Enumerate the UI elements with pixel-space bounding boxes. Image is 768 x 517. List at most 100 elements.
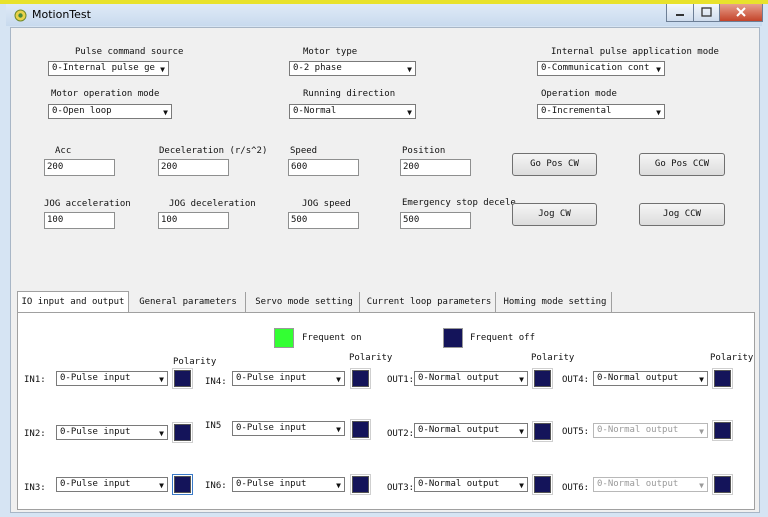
- frequent-on-swatch: [274, 328, 294, 348]
- internal-pulse-mode-label: Internal pulse application mode: [551, 47, 719, 57]
- title-bar[interactable]: MotionTest: [6, 4, 763, 26]
- jog-ccw-button[interactable]: Jog CCW: [639, 203, 725, 226]
- position-input[interactable]: 200: [400, 159, 471, 176]
- in4-value: 0-Pulse input: [236, 373, 307, 383]
- chevron-down-icon: ▼: [519, 375, 524, 384]
- acc-label: Acc: [55, 146, 72, 156]
- internal-pulse-mode-select[interactable]: 0-Communication cont ▼: [537, 61, 665, 76]
- chevron-down-icon: ▼: [336, 425, 341, 434]
- motor-type-select[interactable]: 0-2 phase ▼: [289, 61, 416, 76]
- close-button[interactable]: [719, 4, 763, 22]
- tab-current-loop[interactable]: Current loop parameters: [363, 292, 496, 312]
- pulse-command-source-select[interactable]: 0-Internal pulse ge ▼: [48, 61, 169, 76]
- out4-value: 0-Normal output: [597, 373, 679, 383]
- position-label: Position: [402, 146, 446, 156]
- in5-polarity-toggle[interactable]: [350, 419, 371, 440]
- chevron-down-icon: ▼: [656, 65, 661, 74]
- out1-label: OUT1:: [387, 375, 415, 385]
- emergency-stop-input[interactable]: 500: [400, 212, 471, 229]
- io-tab-panel: Frequent on Frequent off Polarity Polari…: [17, 312, 755, 510]
- out4-select[interactable]: 0-Normal output ▼: [593, 371, 708, 386]
- jog-deceleration-input[interactable]: 100: [158, 212, 229, 229]
- out1-polarity-toggle[interactable]: [532, 368, 553, 389]
- in4-select[interactable]: 0-Pulse input ▼: [232, 371, 345, 386]
- tab-homing-mode[interactable]: Homing mode setting: [499, 292, 612, 312]
- chevron-down-icon: ▼: [407, 108, 412, 117]
- running-direction-select[interactable]: 0-Normal ▼: [289, 104, 416, 119]
- out2-polarity-toggle[interactable]: [532, 421, 553, 442]
- in6-polarity-toggle[interactable]: [350, 474, 371, 495]
- in5-select[interactable]: 0-Pulse input ▼: [232, 421, 345, 436]
- out5-value: 0-Normal output: [597, 425, 679, 435]
- emergency-stop-label: Emergency stop decele: [402, 198, 516, 208]
- internal-pulse-mode-value: 0-Communication cont: [541, 63, 650, 73]
- in2-polarity-toggle[interactable]: [172, 422, 193, 443]
- in3-polarity-toggle[interactable]: [172, 474, 193, 495]
- in6-value: 0-Pulse input: [236, 479, 307, 489]
- out6-select[interactable]: 0-Normal output ▼: [593, 477, 708, 492]
- tab-general-parameters[interactable]: General parameters: [131, 292, 246, 312]
- deceleration-label: Deceleration (r/s^2): [159, 146, 268, 156]
- in4-polarity-toggle[interactable]: [350, 368, 371, 389]
- deceleration-input[interactable]: 200: [158, 159, 229, 176]
- polarity-label-col1: Polarity: [173, 357, 217, 367]
- in3-value: 0-Pulse input: [60, 479, 131, 489]
- jog-cw-button[interactable]: Jog CW: [512, 203, 597, 226]
- polarity-label-col4: Polarity: [710, 353, 754, 363]
- out2-select[interactable]: 0-Normal output ▼: [414, 423, 528, 438]
- out2-label: OUT2:: [387, 429, 415, 439]
- out3-label: OUT3:: [387, 483, 415, 493]
- in1-select[interactable]: 0-Pulse input ▼: [56, 371, 168, 386]
- go-pos-cw-button[interactable]: Go Pos CW: [512, 153, 597, 176]
- out3-select[interactable]: 0-Normal output ▼: [414, 477, 528, 492]
- speed-input[interactable]: 600: [288, 159, 359, 176]
- motor-operation-mode-value: 0-Open loop: [52, 106, 112, 116]
- chevron-down-icon: ▼: [336, 481, 341, 490]
- out3-polarity-toggle[interactable]: [532, 474, 553, 495]
- motor-operation-mode-label: Motor operation mode: [51, 89, 160, 99]
- in6-select[interactable]: 0-Pulse input ▼: [232, 477, 345, 492]
- in3-select[interactable]: 0-Pulse input ▼: [56, 477, 168, 492]
- out1-select[interactable]: 0-Normal output ▼: [414, 371, 528, 386]
- operation-mode-select[interactable]: 0-Incremental ▼: [537, 104, 665, 119]
- chevron-down-icon: ▼: [160, 65, 165, 74]
- motor-operation-mode-select[interactable]: 0-Open loop ▼: [48, 104, 172, 119]
- tab-servo-mode[interactable]: Servo mode setting: [249, 292, 360, 312]
- out5-polarity-toggle[interactable]: [712, 420, 733, 441]
- frequent-off-swatch: [443, 328, 463, 348]
- chevron-down-icon: ▼: [656, 108, 661, 117]
- polarity-label-col3: Polarity: [531, 353, 575, 363]
- motor-type-label: Motor type: [303, 47, 358, 57]
- minimize-button[interactable]: [666, 4, 694, 22]
- acc-input[interactable]: 200: [44, 159, 115, 176]
- out6-polarity-toggle[interactable]: [712, 474, 733, 495]
- jog-deceleration-label: JOG deceleration: [169, 199, 256, 209]
- jog-acceleration-input[interactable]: 100: [44, 212, 115, 229]
- in1-label: IN1:: [24, 375, 46, 385]
- pulse-command-source-label: Pulse command source: [75, 47, 184, 57]
- chevron-down-icon: ▼: [519, 481, 524, 490]
- tab-io[interactable]: IO input and output: [17, 291, 129, 313]
- chevron-down-icon: ▼: [699, 375, 704, 384]
- maximize-icon: [701, 7, 712, 17]
- chevron-down-icon: ▼: [159, 429, 164, 438]
- out6-value: 0-Normal output: [597, 479, 679, 489]
- in2-select[interactable]: 0-Pulse input ▼: [56, 425, 168, 440]
- out5-select[interactable]: 0-Normal output ▼: [593, 423, 708, 438]
- go-pos-ccw-button[interactable]: Go Pos CCW: [639, 153, 725, 176]
- close-icon: [736, 7, 746, 17]
- in5-value: 0-Pulse input: [236, 423, 307, 433]
- app-icon: [14, 9, 27, 22]
- chevron-down-icon: ▼: [699, 481, 704, 490]
- in2-value: 0-Pulse input: [60, 427, 131, 437]
- polarity-label-col2: Polarity: [349, 353, 393, 363]
- jog-speed-input[interactable]: 500: [288, 212, 359, 229]
- maximize-button[interactable]: [693, 4, 720, 22]
- in3-label: IN3:: [24, 483, 46, 493]
- in2-label: IN2:: [24, 429, 46, 439]
- chevron-down-icon: ▼: [407, 65, 412, 74]
- jog-speed-label: JOG speed: [302, 199, 351, 209]
- motor-type-value: 0-2 phase: [293, 63, 342, 73]
- in1-polarity-toggle[interactable]: [172, 368, 193, 389]
- out4-polarity-toggle[interactable]: [712, 368, 733, 389]
